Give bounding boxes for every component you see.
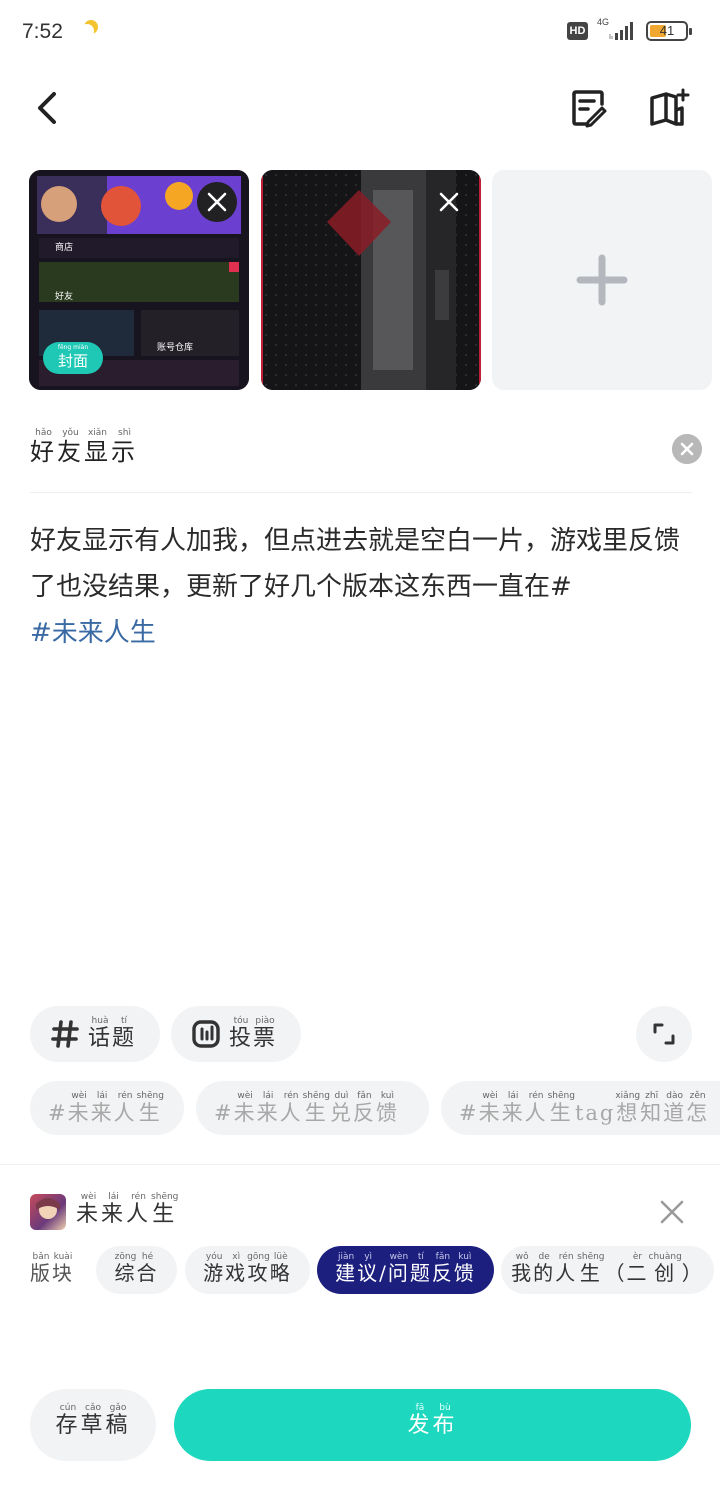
body-tag-link[interactable]: #未来人生	[30, 618, 156, 648]
suggested-topic[interactable]: #未wèi来lái人rén生shēng	[30, 1081, 184, 1135]
cover-image-thumbnail[interactable]: 商店 好友 账号仓库 fēng miàn 封面	[29, 170, 249, 390]
board-tab-feedback[interactable]: 建jiàn议yì/问wèn题tí反fǎn馈kuì	[317, 1246, 494, 1294]
plus-icon	[576, 254, 628, 306]
status-bar: 7:52 HD 4G 41	[0, 0, 720, 66]
board-tab-general[interactable]: 综zōng合hé	[96, 1246, 177, 1294]
remove-image-button[interactable]	[429, 182, 469, 222]
back-button[interactable]	[30, 86, 70, 130]
svg-text:商店: 商店	[55, 241, 73, 253]
board-tab-guides[interactable]: 游yóu戏xì攻gōng略lüè	[185, 1246, 310, 1294]
status-time: 7:52	[22, 20, 63, 43]
game-avatar	[30, 1194, 66, 1230]
publish-label: 发fā布bù	[407, 1403, 458, 1438]
post-title[interactable]: 好hǎo友yǒu显xiǎn示shì	[30, 428, 138, 467]
draft-edit-icon[interactable]	[566, 86, 610, 130]
add-image-button[interactable]	[492, 170, 712, 390]
moon-icon	[80, 20, 98, 38]
board-tab-label: 我wǒ的de人rén生shēng（二èr创chuàng）	[511, 1252, 704, 1285]
save-draft-button[interactable]: 存cún草cǎo稿gǎo	[30, 1389, 156, 1461]
signal-icon	[609, 22, 633, 40]
battery-level: 41	[659, 23, 675, 38]
board-tab-label: 综zōng合hé	[114, 1252, 159, 1285]
hd-icon: HD	[567, 22, 588, 40]
clear-title-button[interactable]	[672, 434, 702, 464]
suggested-topic[interactable]: #未wèi来lái人rén生shēng兑duì反fǎn馈kuì	[196, 1081, 429, 1135]
svg-text:好友: 好友	[55, 290, 73, 302]
expand-icon[interactable]	[636, 1006, 692, 1062]
poll-button[interactable]: 投tóu票piào	[171, 1006, 301, 1062]
post-body-text: 好友显示有人加我，但点进去就是空白一片，游戏里反馈了也没结果，更新了好几个版本这…	[30, 526, 681, 602]
divider	[30, 492, 692, 493]
board-tab-fan-creation[interactable]: 我wǒ的de人rén生shēng（二èr创chuàng）	[501, 1246, 714, 1294]
hash-icon	[51, 1020, 79, 1048]
title-field[interactable]: 好hǎo友yǒu显xiǎn示shì	[30, 428, 702, 488]
network-type: 4G	[597, 17, 610, 27]
suggested-topic-label: #未wèi来lái人rén生shēng兑duì反fǎn馈kuì	[214, 1091, 399, 1125]
battery-icon: 41	[646, 21, 692, 41]
book-plus-icon[interactable]	[646, 86, 690, 130]
publish-button[interactable]: 发fā布bù	[174, 1389, 691, 1461]
post-body-editor[interactable]: 好友显示有人加我，但点进去就是空白一片，游戏里反馈了也没结果，更新了好几个版本这…	[30, 518, 695, 656]
topic-label: 话huà题tí	[88, 1016, 137, 1051]
image-thumbnail[interactable]	[261, 170, 481, 390]
game-name: 未wèi来lái人rén生shēng	[76, 1192, 179, 1227]
svg-text:账号仓库: 账号仓库	[157, 341, 193, 353]
board-label: 版bǎn块kuài	[30, 1252, 74, 1285]
suggested-topic-label: #未wèi来lái人rén生shēngtag想xiǎng知zhī道dào怎zěn	[459, 1091, 710, 1125]
remove-image-button[interactable]	[197, 182, 237, 222]
board-tab-label: 建jiàn议yì/问wèn题tí反fǎn馈kuì	[335, 1252, 476, 1285]
poll-label: 投tóu票piào	[229, 1016, 278, 1051]
suggested-topic-label: #未wèi来lái人rén生shēng	[48, 1091, 164, 1125]
section-divider	[0, 1164, 720, 1165]
save-draft-label: 存cún草cǎo稿gǎo	[55, 1403, 131, 1438]
remove-game-button[interactable]	[656, 1196, 688, 1228]
suggested-topic[interactable]: #未wèi来lái人rén生shēngtag想xiǎng知zhī道dào怎zěn	[441, 1081, 720, 1135]
board-tab-label: 游yóu戏xì攻gōng略lüè	[203, 1252, 292, 1285]
cover-badge: fēng miàn 封面	[43, 342, 103, 374]
poll-icon	[192, 1020, 220, 1048]
topic-button[interactable]: 话huà题tí	[30, 1006, 160, 1062]
